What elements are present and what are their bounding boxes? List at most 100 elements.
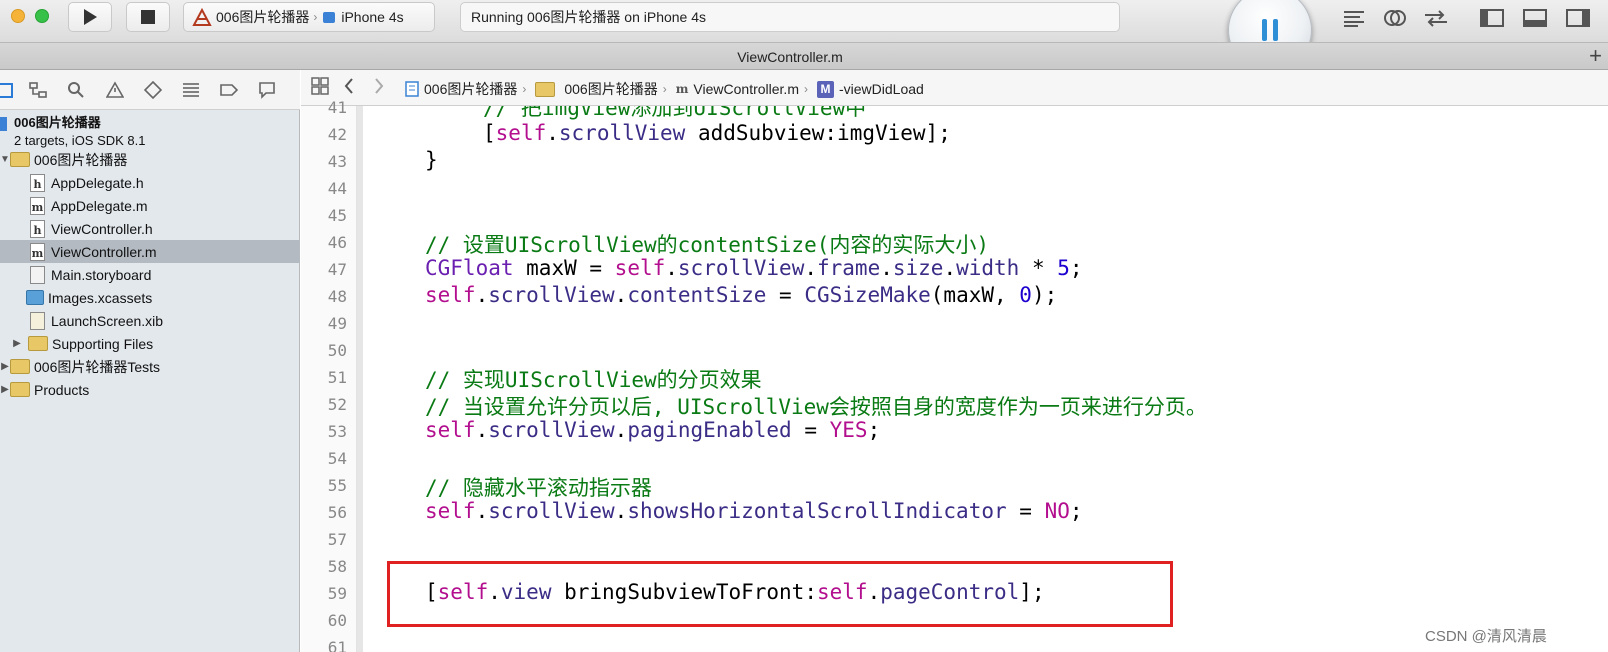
watermark: CSDN @清风清晨 — [1425, 628, 1547, 645]
code-comment: // 设置UIScrollView的contentSize(内容的实际大小) — [425, 233, 990, 257]
search-icon — [68, 82, 84, 98]
line-number: 44 — [327, 179, 347, 198]
breadcrumb-project[interactable]: 006图片轮播器 — [424, 79, 517, 99]
code-line-53: self.scrollView.pagingEnabled = YES; — [425, 418, 881, 442]
breadcrumb-separator: › — [313, 10, 318, 24]
line-number: 60 — [327, 611, 347, 630]
stop-button[interactable] — [126, 2, 170, 32]
code-line-56: self.scrollView.showsHorizontalScrollInd… — [425, 499, 1083, 523]
activity-status: Running 006图片轮播器 on iPhone 4s — [460, 2, 1120, 32]
run-button[interactable] — [68, 2, 112, 32]
version-editor-button[interactable] — [1421, 7, 1451, 29]
bottom-panel-icon — [1523, 9, 1547, 27]
line-number: 50 — [327, 341, 347, 360]
tree-item-label: Images.xcassets — [48, 289, 153, 306]
gauge-lines-icon — [183, 83, 199, 97]
tab-bar: ViewController.m + — [0, 42, 1608, 70]
assistant-editor-button[interactable] — [1380, 7, 1410, 29]
chevron-right-icon — [375, 78, 384, 94]
header-file-icon: h — [30, 173, 45, 192]
folder-icon — [10, 382, 30, 397]
related-items-button[interactable] — [311, 77, 329, 95]
disclosure-open-icon[interactable]: ▼ — [0, 154, 10, 165]
line-number: 54 — [327, 449, 347, 468]
find-navigator-tab[interactable] — [65, 79, 87, 101]
chevron-left-icon — [344, 78, 353, 94]
tree-item-appdelegate-h[interactable]: h AppDelegate.h — [0, 171, 300, 194]
tree-item-appdelegate-m[interactable]: m AppDelegate.m — [0, 194, 300, 217]
tree-item-label: Supporting Files — [52, 335, 154, 352]
line-number: 45 — [327, 206, 347, 225]
tree-item-label: Products — [34, 381, 90, 398]
toggle-navigator-button[interactable] — [1477, 7, 1507, 29]
line-number: 58 — [327, 557, 347, 576]
tree-item-label: Main.storyboard — [51, 266, 152, 283]
code-line-47: CGFloat maxW = self.scrollView.frame.siz… — [425, 256, 1083, 280]
breadcrumb-method[interactable]: -viewDidLoad — [839, 81, 924, 97]
line-number: 46 — [327, 233, 347, 252]
code-line-43: } — [425, 148, 438, 172]
diamond-icon — [144, 81, 162, 99]
toggle-debug-area-button[interactable] — [1520, 7, 1550, 29]
debug-navigator-tab[interactable] — [180, 79, 202, 101]
code-comment: // 实现UIScrollView的分页效果 — [425, 368, 762, 392]
project-navigator-tab[interactable] — [0, 79, 16, 101]
method-badge-icon: M — [816, 80, 834, 98]
breadcrumb-file[interactable]: ViewController.m — [693, 81, 799, 97]
scheme-selector[interactable]: 006图片轮播器 › iPhone 4s — [183, 2, 435, 32]
folder-icon — [10, 152, 30, 167]
implementation-file-icon: m — [30, 242, 45, 261]
asset-catalog-icon — [26, 290, 44, 305]
code-line-42: [self.scrollView addSubview:imgView]; — [483, 121, 951, 145]
tree-item-tests-group[interactable]: ▶ 006图片轮播器Tests — [0, 355, 300, 378]
issue-navigator-tab[interactable] — [104, 79, 126, 101]
tree-item-images-xcassets[interactable]: Images.xcassets — [0, 286, 300, 309]
tab-viewcontroller-m[interactable]: ViewController.m — [0, 49, 1580, 65]
report-navigator-tab[interactable] — [256, 79, 278, 101]
line-number: 52 — [327, 395, 347, 414]
zoom-window-button[interactable] — [35, 9, 49, 23]
project-navigator: 006图片轮播器 2 targets, iOS SDK 8.1 ▼ 006图片轮… — [0, 70, 300, 652]
speech-bubble-icon — [259, 82, 275, 99]
tree-item-viewcontroller-h[interactable]: h ViewController.h — [0, 217, 300, 240]
standard-editor-button[interactable] — [1339, 7, 1369, 29]
folder-icon — [28, 336, 48, 351]
new-tab-button[interactable]: + — [1589, 43, 1602, 69]
project-root[interactable]: 006图片轮播器 2 targets, iOS SDK 8.1 — [14, 112, 146, 148]
hierarchy-icon — [29, 82, 47, 98]
project-subtitle: 2 targets, iOS SDK 8.1 — [14, 133, 146, 148]
tree-item-launchscreen-xib[interactable]: LaunchScreen.xib — [0, 309, 300, 332]
tree-item-supporting-files[interactable]: ▶ Supporting Files — [0, 332, 300, 355]
breadcrumb: 006图片轮播器 › 006图片轮播器 › m ViewController.m… — [405, 79, 924, 99]
forward-button[interactable] — [373, 76, 385, 96]
tree-item-products[interactable]: ▶ Products — [0, 378, 300, 401]
pause-icon — [1262, 19, 1278, 41]
right-panel-icon — [1566, 9, 1590, 27]
code-comment: // 当设置允许分页以后, UIScrollView会按照自身的宽度作为一页来进… — [425, 395, 1207, 419]
breadcrumb-group[interactable]: 006图片轮播器 — [564, 79, 657, 99]
minimize-window-button[interactable] — [11, 9, 25, 23]
lines-icon — [1344, 11, 1364, 27]
tree-item-group-main[interactable]: ▼ 006图片轮播器 — [0, 148, 300, 171]
line-number: 49 — [327, 314, 347, 333]
breakpoint-navigator-tab[interactable] — [218, 79, 240, 101]
app-target-icon — [192, 8, 212, 26]
tree-item-viewcontroller-m[interactable]: m ViewController.m — [0, 240, 300, 263]
disclosure-closed-icon[interactable]: ▶ — [0, 361, 10, 372]
disclosure-closed-icon[interactable]: ▶ — [0, 384, 10, 395]
symbol-navigator-tab[interactable] — [27, 79, 49, 101]
status-text: Running 006图片轮播器 on iPhone 4s — [471, 9, 707, 25]
code-line-48: self.scrollView.contentSize = CGSizeMake… — [425, 283, 1058, 307]
toggle-utilities-button[interactable] — [1563, 7, 1593, 29]
disclosure-closed-icon[interactable]: ▶ — [12, 338, 22, 349]
tree-item-main-storyboard[interactable]: Main.storyboard — [0, 263, 300, 286]
device-icon — [323, 12, 336, 23]
play-icon — [84, 9, 97, 25]
header-file-icon: h — [30, 219, 45, 238]
test-navigator-tab[interactable] — [142, 79, 164, 101]
line-number: 51 — [327, 368, 347, 387]
line-number: 53 — [327, 422, 347, 441]
project-file-icon — [405, 81, 419, 97]
back-button[interactable] — [343, 76, 355, 96]
folder-icon — [10, 359, 30, 374]
